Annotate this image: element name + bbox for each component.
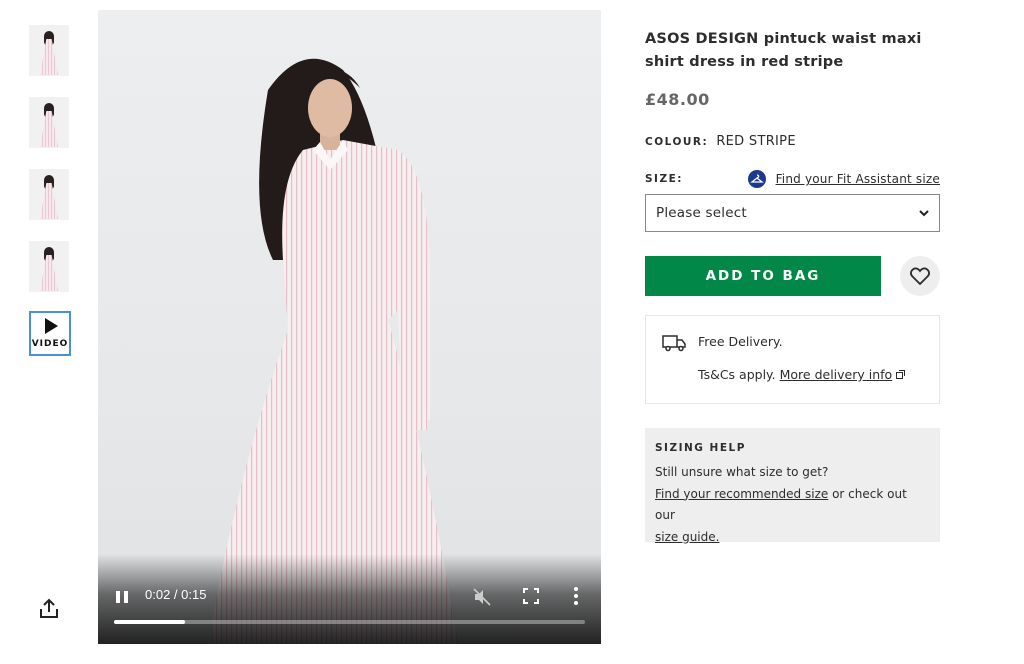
thumbnail-1[interactable] (29, 25, 69, 76)
sizing-help-text: Still unsure what size to get? Find your… (655, 465, 907, 544)
size-guide-link[interactable]: size guide. (655, 530, 719, 544)
product-video[interactable]: 0:02 / 0:15 (98, 10, 601, 644)
thumbnail-3[interactable] (29, 169, 69, 220)
product-info: ASOS DESIGN pintuck waist maxi shirt dre… (645, 28, 940, 544)
delivery-terms: Ts&Cs apply. More delivery info (698, 367, 906, 382)
sizing-help-box: SIZING HELP Still unsure what size to ge… (645, 428, 940, 544)
size-select[interactable]: Please select (645, 194, 940, 232)
video-controls: 0:02 / 0:15 (98, 554, 601, 644)
colour-value: RED STRIPE (716, 134, 796, 149)
play-icon (45, 318, 58, 334)
wishlist-button[interactable] (900, 256, 940, 296)
fullscreen-icon[interactable] (523, 588, 539, 604)
thumbnail-4[interactable] (29, 241, 69, 292)
mute-icon[interactable] (472, 587, 492, 607)
size-select-value: Please select (656, 205, 747, 221)
more-delivery-info-link[interactable]: More delivery info (780, 367, 893, 382)
model-image (208, 58, 458, 644)
thumbnail-list: VIDEO (29, 25, 71, 377)
pause-icon[interactable] (114, 589, 130, 605)
video-progress-bar[interactable] (114, 620, 585, 624)
external-link-icon (896, 370, 906, 379)
chevron-down-icon (919, 210, 929, 217)
video-thumbnail[interactable]: VIDEO (29, 311, 71, 356)
size-label: SIZE: (645, 173, 683, 185)
buy-row: ADD TO BAG (645, 256, 940, 296)
colour-row: COLOUR: RED STRIPE (645, 134, 940, 149)
size-row: SIZE: Find your Fit Assistant size (645, 169, 940, 189)
delivery-title: Free Delivery. (698, 334, 783, 349)
video-time: 0:02 / 0:15 (145, 587, 207, 602)
fit-assistant-link[interactable]: Find your Fit Assistant size (747, 170, 940, 188)
heart-icon (910, 267, 930, 285)
share-icon[interactable] (38, 597, 60, 619)
colour-label: COLOUR: (645, 136, 709, 148)
sizing-help-heading: SIZING HELP (655, 442, 746, 454)
video-label: VIDEO (31, 339, 69, 349)
recommended-size-link[interactable]: Find your recommended size (655, 487, 828, 501)
more-options-icon[interactable] (572, 586, 580, 606)
product-price: £48.00 (645, 90, 710, 109)
product-title: ASOS DESIGN pintuck waist maxi shirt dre… (645, 31, 922, 70)
hanger-icon (747, 170, 766, 188)
video-progress-fill (114, 620, 185, 624)
add-to-bag-button[interactable]: ADD TO BAG (645, 256, 881, 296)
truck-icon (662, 335, 686, 352)
delivery-box: Free Delivery. Ts&Cs apply. More deliver… (645, 315, 940, 404)
thumbnail-2[interactable] (29, 97, 69, 148)
